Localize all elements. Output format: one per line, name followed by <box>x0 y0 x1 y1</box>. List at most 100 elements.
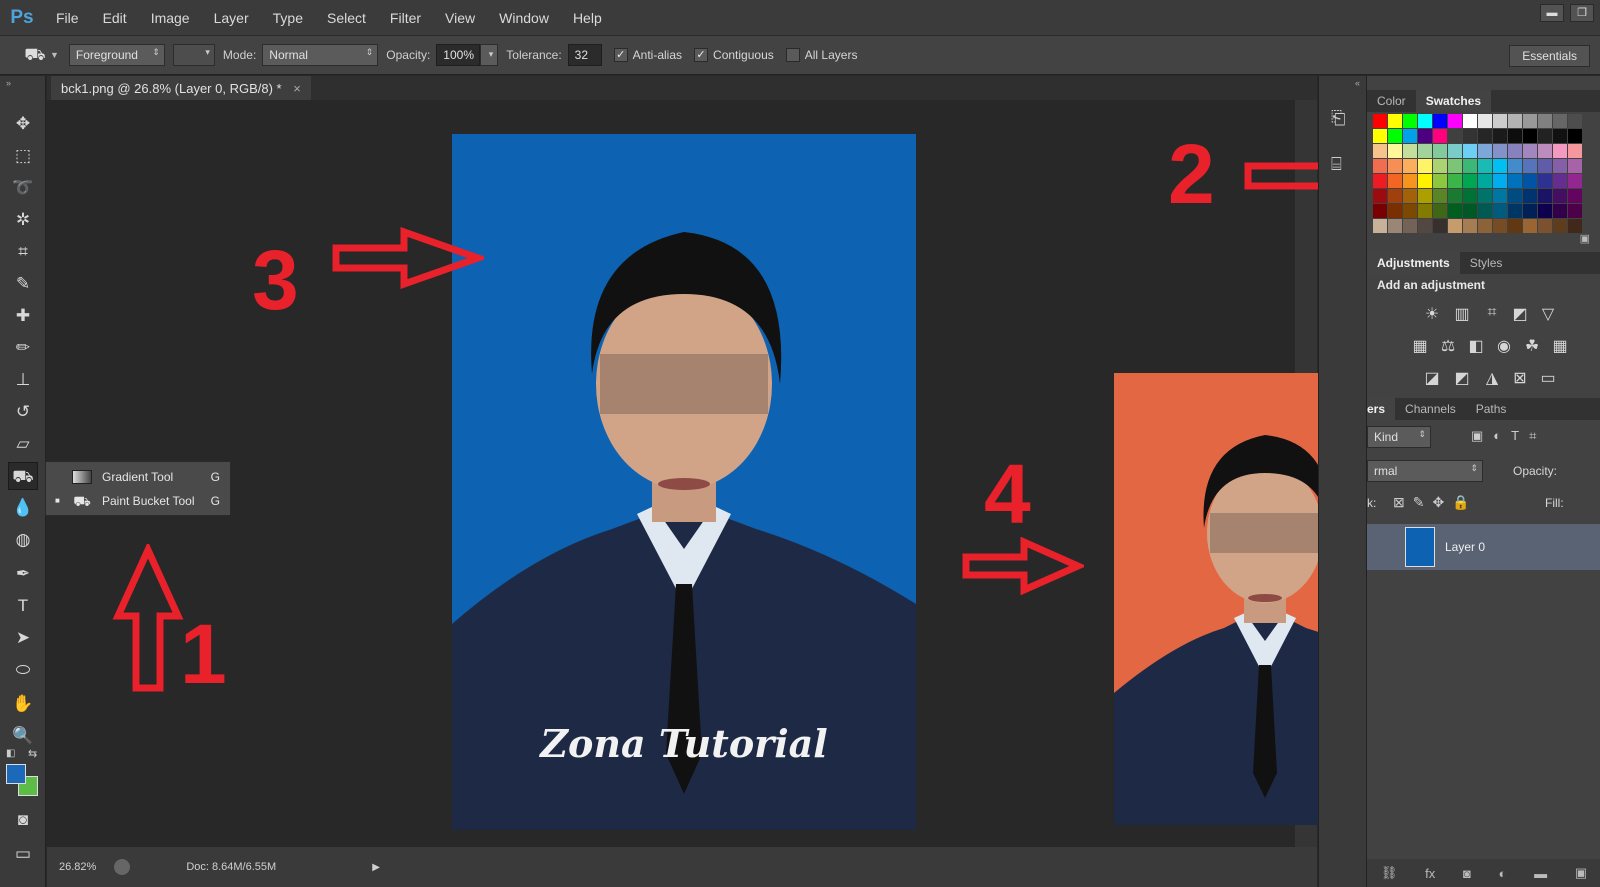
swatch[interactable] <box>1523 189 1537 203</box>
swatch[interactable] <box>1433 174 1447 188</box>
hue-saturation-icon[interactable]: ▦ <box>1409 336 1431 355</box>
swatch[interactable] <box>1478 144 1492 158</box>
new-layer-icon[interactable]: ▣ <box>1575 865 1587 881</box>
eyedropper-tool-icon[interactable]: ✎ <box>8 270 38 298</box>
fx-icon[interactable]: fx <box>1425 866 1435 881</box>
menu-image[interactable]: Image <box>139 10 202 26</box>
swatch[interactable] <box>1493 189 1507 203</box>
swatch[interactable] <box>1538 144 1552 158</box>
workspace-switcher[interactable]: Essentials <box>1509 45 1590 67</box>
fill-source-select[interactable]: Foreground ⇕ <box>68 44 165 66</box>
swatch[interactable] <box>1388 129 1402 143</box>
tab-color[interactable]: Color <box>1367 90 1416 112</box>
lock-icons[interactable]: ⊠✎✥🔒 <box>1393 494 1478 511</box>
swatch[interactable] <box>1553 129 1567 143</box>
posterize-icon[interactable]: ◩ <box>1451 368 1473 387</box>
swatch[interactable] <box>1523 144 1537 158</box>
swatch[interactable] <box>1418 114 1432 128</box>
minimize-button[interactable]: ▬ <box>1540 4 1564 22</box>
opacity-input[interactable]: 100% <box>436 44 481 66</box>
move-tool-icon[interactable]: ✥ <box>8 110 38 138</box>
type-tool-icon[interactable]: T <box>8 592 38 620</box>
swatch[interactable] <box>1568 144 1582 158</box>
swatch[interactable] <box>1478 204 1492 218</box>
menu-help[interactable]: Help <box>561 10 614 26</box>
history-panel-icon[interactable]: ⎗ <box>1331 108 1345 129</box>
swatch[interactable] <box>1508 204 1522 218</box>
swatch[interactable] <box>1403 129 1417 143</box>
zoom-tool-icon[interactable]: 🔍 <box>8 722 38 750</box>
swatch[interactable] <box>1553 114 1567 128</box>
swatch[interactable] <box>1508 219 1522 233</box>
swatch[interactable] <box>1418 174 1432 188</box>
brush-tool-icon[interactable]: ✏ <box>8 334 38 362</box>
swatch[interactable] <box>1433 159 1447 173</box>
swatch[interactable] <box>1403 204 1417 218</box>
swatch[interactable] <box>1523 204 1537 218</box>
menu-edit[interactable]: Edit <box>91 10 139 26</box>
swatch[interactable] <box>1553 159 1567 173</box>
swatch[interactable] <box>1463 129 1477 143</box>
layer-filter-icons[interactable]: ▣◐T⌗ <box>1471 428 1546 444</box>
menu-filter[interactable]: Filter <box>378 10 433 26</box>
swatch[interactable] <box>1373 189 1387 203</box>
restore-button[interactable]: ❐ <box>1570 4 1594 22</box>
swatch[interactable] <box>1568 159 1582 173</box>
swatch[interactable] <box>1523 129 1537 143</box>
menu-select[interactable]: Select <box>315 10 378 26</box>
swatch[interactable] <box>1523 114 1537 128</box>
swatch[interactable] <box>1418 204 1432 218</box>
gradient-tool-menu-item[interactable]: Gradient Tool G <box>46 465 230 488</box>
default-colors-icon[interactable]: ◧ <box>6 748 15 759</box>
swatch[interactable] <box>1538 219 1552 233</box>
tab-swatches[interactable]: Swatches <box>1415 90 1492 112</box>
swatch[interactable] <box>1553 174 1567 188</box>
swatch[interactable] <box>1433 144 1447 158</box>
brightness-icon[interactable]: ☀ <box>1421 304 1443 323</box>
gradient-map-icon[interactable]: ▭ <box>1537 368 1559 387</box>
swatch[interactable] <box>1373 144 1387 158</box>
menu-file[interactable]: File <box>44 10 91 26</box>
opacity-dropdown-button[interactable]: ▾ <box>480 44 499 66</box>
swatch[interactable] <box>1433 129 1447 143</box>
properties-panel-icon[interactable]: ⌸ <box>1331 154 1342 175</box>
swatch[interactable] <box>1373 129 1387 143</box>
swatch[interactable] <box>1433 189 1447 203</box>
swatch[interactable] <box>1478 159 1492 173</box>
photo-filter-icon[interactable]: ◉ <box>1493 336 1515 355</box>
swatch[interactable] <box>1523 219 1537 233</box>
swatch[interactable] <box>1568 174 1582 188</box>
swatch[interactable] <box>1508 174 1522 188</box>
chevron-down-icon[interactable]: ▼ <box>50 50 59 60</box>
swatch[interactable] <box>1448 204 1462 218</box>
invert-icon[interactable]: ◪ <box>1421 368 1443 387</box>
swatch[interactable] <box>1568 189 1582 203</box>
close-tab-icon[interactable]: × <box>293 81 301 96</box>
swatch[interactable] <box>1403 144 1417 158</box>
swatch[interactable] <box>1433 219 1447 233</box>
levels-icon[interactable]: ▥ <box>1451 304 1473 323</box>
history-brush-tool-icon[interactable]: ↺ <box>8 398 38 426</box>
new-group-icon[interactable]: ▬ <box>1534 866 1547 881</box>
swatch[interactable] <box>1448 129 1462 143</box>
tab-adjustments[interactable]: Adjustments <box>1367 252 1460 274</box>
swatch[interactable] <box>1373 114 1387 128</box>
swatch[interactable] <box>1553 189 1567 203</box>
swatch[interactable] <box>1388 189 1402 203</box>
tab-channels[interactable]: Channels <box>1395 398 1466 420</box>
swatch[interactable] <box>1508 129 1522 143</box>
curves-icon[interactable]: ⌗ <box>1481 304 1503 322</box>
swatch[interactable] <box>1418 219 1432 233</box>
layer-row[interactable]: Layer 0 <box>1367 524 1600 570</box>
menu-view[interactable]: View <box>433 10 487 26</box>
link-layers-icon[interactable]: ⛓ <box>1381 865 1398 881</box>
add-mask-icon[interactable]: ◙ <box>1463 866 1471 881</box>
swatch[interactable] <box>1463 204 1477 218</box>
swatch[interactable] <box>1388 204 1402 218</box>
swatch[interactable] <box>1433 204 1447 218</box>
swatch[interactable] <box>1418 159 1432 173</box>
crop-tool-icon[interactable]: ⌗ <box>8 238 38 266</box>
clone-stamp-tool-icon[interactable]: ⊥ <box>8 366 38 394</box>
swatch[interactable] <box>1508 114 1522 128</box>
swatch[interactable] <box>1388 159 1402 173</box>
